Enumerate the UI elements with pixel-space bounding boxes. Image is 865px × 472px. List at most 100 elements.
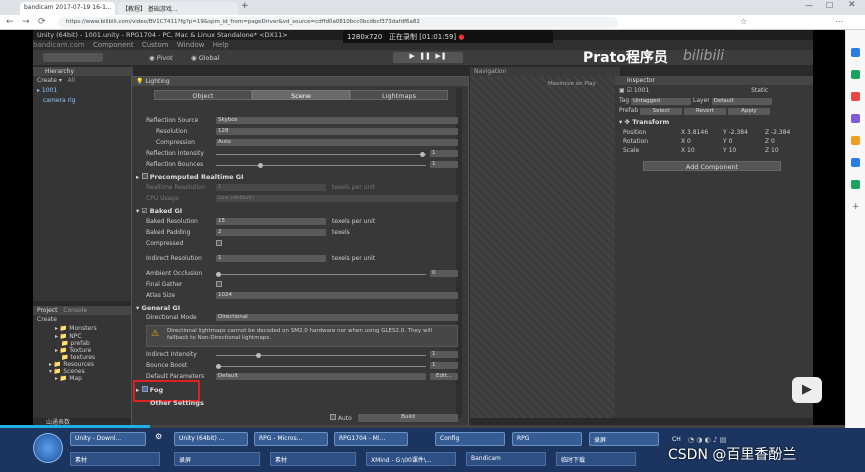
menu-item[interactable]: Window [177,41,205,49]
reflection-source-dropdown[interactable]: Skybox [216,117,458,124]
project-create[interactable]: Create [33,315,133,324]
z-field[interactable]: Z 0 [765,138,775,145]
ambient-occlusion-slider[interactable] [216,274,426,275]
menu-item[interactable]: Help [213,41,229,49]
taskbar-button[interactable]: 录屏 [174,452,260,466]
url-field[interactable]: https://www.bilibili.com/video/BV1C7411?… [58,17,618,28]
refresh-icon[interactable]: ⟳ [38,17,46,27]
taskbar-button[interactable]: RPG [512,432,582,446]
static-toggle[interactable]: Static [751,87,768,94]
taskbar-button[interactable]: Unity - Downl... [70,432,146,446]
taskbar-button[interactable]: 素材 [270,452,356,466]
folder-item[interactable]: ▸ 📁 Monsters [33,324,133,333]
slider-knob[interactable] [258,163,263,168]
back-icon[interactable]: ← [6,17,14,27]
taskbar-button[interactable]: Unity (64bit) ... [174,432,248,446]
z-field[interactable]: Z 10 [765,147,779,154]
menu-item[interactable]: Custom [142,41,169,49]
app-icon[interactable] [851,180,860,189]
reflection-intensity-slider[interactable] [216,154,426,155]
taskbar-button[interactable]: 录屏 [589,432,659,446]
cpu-usage-dropdown[interactable]: Low (default) [216,195,458,202]
add-component-button[interactable]: Add Component [643,161,781,171]
tab-scene[interactable]: Scene [252,90,350,100]
tab-project[interactable]: Project [37,307,58,314]
folder-item[interactable]: ▾ 📁 Scenes [33,368,133,375]
global-toggle[interactable]: ◉ Global [191,54,220,62]
transform-tools[interactable] [43,53,103,62]
more-icon[interactable]: ⋯ [835,17,843,26]
browser-tab[interactable]: 【教程】 基础游戏... [118,2,238,15]
prefab-apply-button[interactable]: Apply [727,108,770,115]
folder-item[interactable]: 📁 textures [33,354,133,361]
hierarchy-item[interactable]: ▸ 1001 [33,85,133,96]
browser-tab[interactable]: bandicam 2017-07-19 16-1... [20,2,115,15]
default-parameters-dropdown[interactable]: Default [216,373,426,380]
forward-icon[interactable]: → [22,17,30,27]
precomputed-checkbox[interactable] [141,173,148,179]
hierarchy-item[interactable]: camera rig [33,96,133,105]
y-field[interactable]: Y 0 [723,138,765,145]
layer-dropdown[interactable]: Default [711,98,772,105]
ambient-occlusion-value[interactable]: 0 [430,270,458,277]
reflection-bounces-value[interactable]: 1 [430,161,458,168]
app-icon[interactable] [851,158,860,167]
add-icon[interactable]: + [852,202,860,212]
tag-dropdown[interactable]: Untagged [631,98,692,105]
final-gather-checkbox[interactable] [216,281,222,287]
app-icon[interactable] [851,136,860,145]
scene-view[interactable]: Navigation Maximize on Play [470,67,620,418]
baked-gi-header[interactable]: ▾ ☑ Baked GI [136,207,182,215]
maximize-on-play[interactable]: Maximize on Play [548,81,596,87]
folder-item[interactable]: ▸ 📁 Map [33,375,133,382]
taskbar-button[interactable]: RPG1704 - Mi... [334,432,408,446]
indirect-intensity-value[interactable]: 1 [430,351,458,358]
slider-knob[interactable] [256,353,261,358]
app-icon[interactable] [851,70,860,79]
tab-lightmaps[interactable]: Lightmaps [350,90,448,100]
pivot-toggle[interactable]: ◉ Pivot [149,54,173,62]
favorites-icon[interactable]: ☆ [740,17,747,26]
record-icon[interactable]: ● [458,33,464,41]
y-field[interactable]: Y -2.384 [723,129,765,136]
taskbar-button[interactable]: Config [435,432,505,446]
atlas-size-dropdown[interactable]: 1024 [216,292,458,299]
create-dropdown[interactable]: Create [37,77,57,84]
z-field[interactable]: Z -2.384 [765,129,790,136]
language-indicator[interactable]: CH [672,436,681,443]
prefab-select-button[interactable]: Select [640,108,683,115]
reflection-intensity-value[interactable]: 1 [430,150,458,157]
slider-knob[interactable] [216,364,221,369]
compression-dropdown[interactable]: Auto [216,139,458,146]
x-field[interactable]: X 10 [681,147,723,154]
baked-padding-field[interactable]: 2 [216,229,326,236]
folder-item[interactable]: ▸ 📁 NPC [33,333,133,340]
tray-icons[interactable]: ◔ ◑ ◐ ♪ ▤ [688,436,788,444]
tab-navigation[interactable]: Navigation [474,68,506,75]
reflection-bounces-slider[interactable] [216,165,426,166]
slider-knob[interactable] [216,272,221,277]
app-icon[interactable] [851,114,860,123]
bounce-boost-value[interactable]: 1 [430,362,458,369]
start-button[interactable] [33,433,63,463]
taskbar-button[interactable]: 素材 [70,452,160,466]
x-field[interactable]: X 3.8146 [681,129,723,136]
maximize-icon[interactable]: ☐ [826,1,833,10]
realtime-resolution-field[interactable]: 1 [216,184,326,191]
app-icon[interactable] [851,92,860,101]
edit-button[interactable]: Edit... [430,373,458,380]
taskbar-button[interactable]: 临时下载 [556,452,636,466]
other-settings-header[interactable]: Other Settings [150,399,204,407]
prefab-revert-button[interactable]: Revert [683,108,726,115]
transform-header[interactable]: ▾ ✥ Transform [615,116,813,128]
indirect-resolution-field[interactable]: 1 [216,255,326,262]
new-tab-icon[interactable]: + [241,1,249,11]
menu-item[interactable]: Component [93,41,134,49]
taskbar-button[interactable]: RPG - Micros... [254,432,328,446]
folder-item[interactable]: 📁 prefab [33,340,133,347]
tab-console[interactable]: Console [63,307,87,314]
folder-item[interactable]: ▸ 📁 Texture [33,347,133,354]
slider-knob[interactable] [420,152,425,157]
resolution-dropdown[interactable]: 128 [216,128,458,135]
compressed-checkbox[interactable] [216,240,222,246]
